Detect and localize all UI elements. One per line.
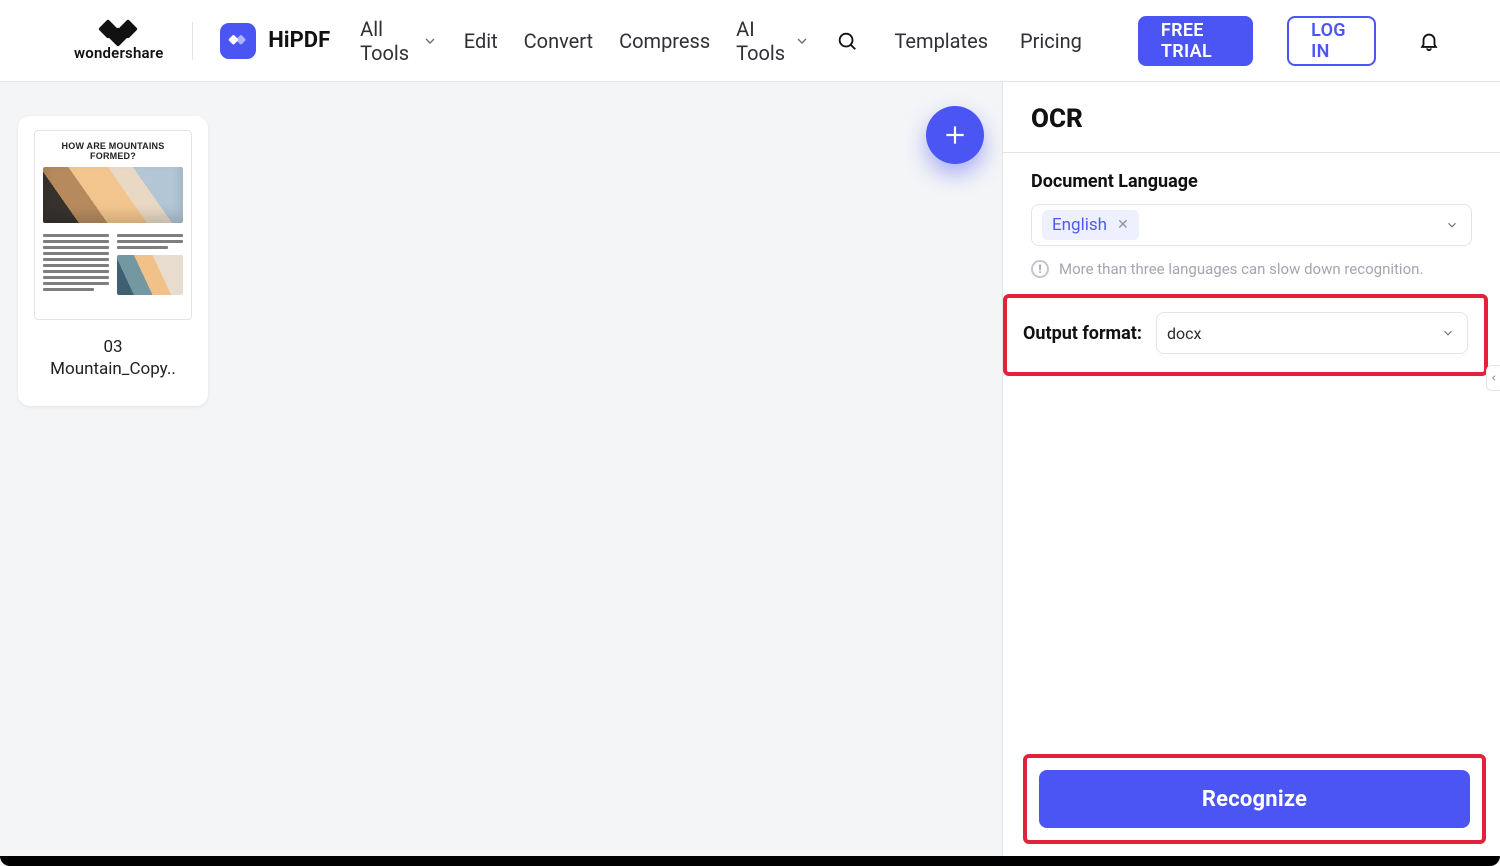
main-nav: All Tools Edit Convert Compress AI Tools: [360, 17, 858, 65]
nav-all-tools[interactable]: All Tools: [360, 17, 438, 65]
info-icon: !: [1031, 260, 1049, 278]
thumbnail-body: [43, 231, 183, 295]
notifications-button[interactable]: [1418, 27, 1440, 55]
search-button[interactable]: [836, 27, 858, 55]
wondershare-mark-icon: [99, 20, 139, 42]
file-canvas: HOW ARE MOUNTAINS FORMED? 03: [0, 82, 1002, 866]
search-icon: [836, 30, 858, 52]
product-name: HiPDF: [268, 28, 330, 53]
nav-templates[interactable]: Templates: [894, 29, 988, 53]
nav-compress[interactable]: Compress: [619, 29, 710, 53]
recognize-highlight: Recognize: [1023, 754, 1486, 844]
nav-edit-label: Edit: [464, 29, 498, 53]
nav-all-tools-label: All Tools: [360, 17, 414, 65]
app-header: wondershare HiPDF All Tools Edit Convert…: [0, 0, 1500, 81]
nav-edit[interactable]: Edit: [464, 29, 498, 53]
window-bottom-bar: [0, 856, 1500, 866]
chevron-left-icon: [1490, 373, 1498, 383]
chevron-down-icon: [1445, 218, 1459, 232]
output-format-value: docx: [1167, 324, 1201, 343]
file-name-line-2: Mountain_Copy..: [38, 358, 188, 380]
nav-ai-tools[interactable]: AI Tools: [736, 17, 810, 65]
header-divider: [192, 22, 193, 60]
thumbnail-image-2: [117, 255, 183, 295]
wondershare-logo[interactable]: wondershare: [74, 20, 164, 62]
file-card[interactable]: HOW ARE MOUNTAINS FORMED? 03: [18, 116, 208, 406]
document-language-label: Document Language: [1031, 171, 1472, 192]
chevron-down-icon: [1441, 326, 1455, 340]
free-trial-button[interactable]: FREE TRIAL: [1138, 16, 1253, 66]
nav-pricing[interactable]: Pricing: [1020, 29, 1082, 53]
remove-language-icon[interactable]: ✕: [1117, 217, 1129, 233]
panel-body: Document Language English ✕ ! More than …: [1003, 153, 1500, 376]
nav-ai-tools-label: AI Tools: [736, 17, 786, 65]
panel-title: OCR: [1003, 82, 1500, 153]
nav-compress-label: Compress: [619, 29, 710, 53]
file-name: 03 Mountain_Copy..: [34, 336, 192, 380]
app-body: HOW ARE MOUNTAINS FORMED? 03: [0, 81, 1500, 866]
document-language-select[interactable]: English ✕: [1031, 204, 1472, 246]
chevron-down-icon: [794, 33, 810, 49]
panel-collapse-handle[interactable]: [1486, 365, 1500, 391]
output-format-select[interactable]: docx: [1156, 312, 1468, 354]
output-format-highlight: Output format: docx: [1003, 294, 1488, 376]
language-pill[interactable]: English ✕: [1042, 210, 1139, 240]
language-hint: ! More than three languages can slow dow…: [1031, 260, 1472, 278]
language-hint-text: More than three languages can slow down …: [1059, 260, 1423, 278]
language-pill-label: English: [1052, 215, 1107, 235]
file-thumbnail: HOW ARE MOUNTAINS FORMED?: [34, 130, 192, 320]
nav-convert-label: Convert: [524, 29, 593, 53]
product-brand[interactable]: HiPDF: [220, 23, 330, 59]
nav-convert[interactable]: Convert: [524, 29, 593, 53]
plus-icon: [942, 122, 968, 148]
file-name-line-1: 03: [103, 337, 122, 357]
chevron-down-icon: [422, 33, 438, 49]
add-file-button[interactable]: [926, 106, 984, 164]
hipdf-logo-icon: [220, 23, 256, 59]
thumbnail-image-1: [43, 167, 183, 223]
output-format-label: Output format:: [1023, 323, 1142, 344]
bell-icon: [1418, 30, 1440, 52]
wondershare-word: wondershare: [74, 44, 164, 62]
log-in-button[interactable]: LOG IN: [1287, 16, 1376, 66]
thumbnail-doc-title: HOW ARE MOUNTAINS FORMED?: [43, 141, 183, 161]
recognize-button[interactable]: Recognize: [1039, 770, 1470, 828]
ocr-panel: OCR Document Language English ✕ ! More t…: [1002, 82, 1500, 866]
panel-footer: Recognize: [1003, 754, 1500, 866]
